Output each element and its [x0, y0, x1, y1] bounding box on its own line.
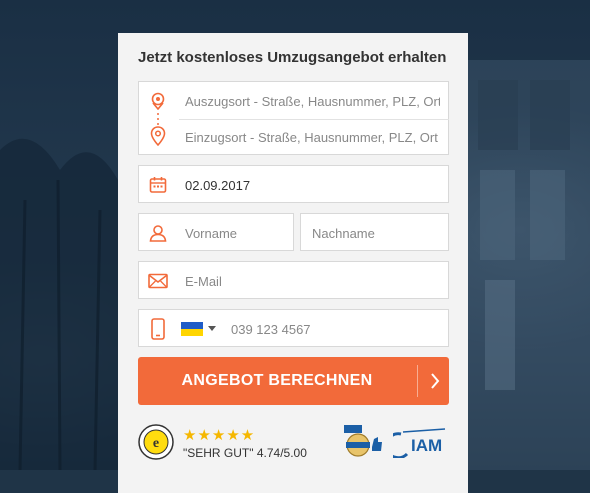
- calculate-quote-button[interactable]: ANGEBOT BERECHNEN: [138, 357, 449, 405]
- rating-text: "SEHR GUT" 4.74/5.00: [183, 446, 307, 460]
- firstname-input[interactable]: [185, 224, 285, 242]
- user-icon: [149, 225, 167, 242]
- from-address-input[interactable]: [185, 92, 440, 110]
- quote-form-card: Jetzt kostenloses Umzugsangebot erhalten: [118, 33, 468, 493]
- date-field[interactable]: [138, 165, 449, 203]
- mobile-phone-icon: [151, 318, 165, 340]
- country-selector[interactable]: [181, 321, 221, 337]
- phone-input[interactable]: [231, 320, 441, 338]
- location-pin-icon: [150, 126, 166, 146]
- envelope-icon: [148, 273, 168, 289]
- rating-block: ★★★★★ "SEHR GUT" 4.74/5.00: [183, 426, 307, 460]
- svg-text:IAM: IAM: [411, 436, 442, 455]
- ukraine-flag-icon: [181, 322, 203, 336]
- svg-text:e: e: [153, 436, 159, 451]
- email-input[interactable]: [185, 272, 440, 290]
- address-group: [138, 81, 449, 155]
- thumbs-up-icon: [372, 437, 382, 451]
- address-divider: [179, 119, 449, 120]
- to-address-input[interactable]: [185, 128, 440, 146]
- firstname-field[interactable]: [138, 213, 294, 251]
- move-date-input[interactable]: [185, 176, 440, 194]
- rating-stars: ★★★★★: [183, 427, 256, 444]
- form-title: Jetzt kostenloses Umzugsangebot erhalten: [138, 49, 447, 66]
- kunden-badge-icon: [344, 425, 382, 457]
- iam-logo-icon: IAM: [393, 428, 446, 458]
- button-divider: [417, 365, 418, 397]
- lastname-input[interactable]: [312, 224, 442, 242]
- chevron-right-icon: [431, 373, 440, 389]
- route-dots-icon: [157, 113, 159, 125]
- lastname-field[interactable]: [300, 213, 449, 251]
- submit-label: ANGEBOT BERECHNEN: [181, 372, 373, 389]
- trusted-shops-seal-icon: e: [138, 424, 174, 460]
- caret-down-icon: [208, 326, 216, 331]
- location-pin-icon: [151, 92, 165, 110]
- calendar-icon: [149, 177, 167, 193]
- phone-field[interactable]: [138, 309, 449, 347]
- email-field[interactable]: [138, 261, 449, 299]
